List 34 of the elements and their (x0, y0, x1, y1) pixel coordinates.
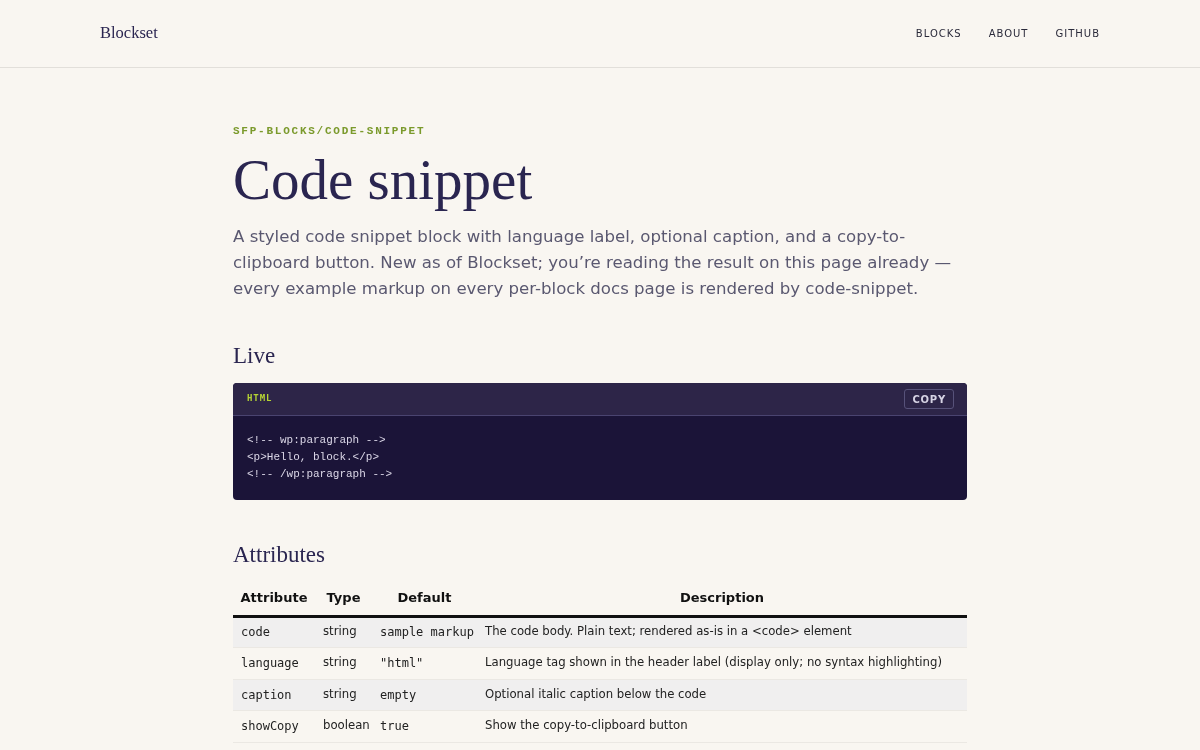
table-cell: code (233, 616, 315, 648)
column-header: Type (315, 587, 372, 616)
table-cell: Optional italic caption below the code (477, 679, 967, 711)
table-cell: true (372, 710, 477, 742)
table-cell: caption (233, 679, 315, 711)
code-line: <!-- /wp:paragraph --> (247, 467, 394, 482)
table-cell: Show the copy-to-clipboard button (477, 710, 967, 742)
nav-link[interactable]: GITHUB (1055, 26, 1100, 41)
table-cell: string (315, 647, 372, 679)
section-heading: Live (233, 342, 277, 370)
table-cell: "html" (372, 647, 477, 679)
table-cell: showCopy (233, 710, 315, 742)
copy-button[interactable]: COPY (904, 389, 954, 409)
site-logo[interactable]: Blockset (100, 21, 158, 46)
table-cell: boolean (315, 710, 372, 742)
section-heading: Attributes (233, 541, 326, 569)
column-header: Description (477, 587, 967, 616)
nav-link[interactable]: BLOCKS (915, 26, 962, 41)
column-header: Attribute (233, 587, 315, 616)
table-cell: Language tag shown in the header label (display only; no syntax highlighting) (477, 647, 967, 679)
column-header: Default (372, 587, 477, 616)
code-line: <!-- wp:paragraph --> (247, 433, 387, 448)
package-path-label: SFP-BLOCKS/CODE-SNIPPET (233, 124, 427, 138)
page-title: Code snippet (233, 148, 534, 212)
table-cell: language (233, 647, 315, 679)
table-cell: empty (372, 679, 477, 711)
nav-link[interactable]: ABOUT (988, 26, 1029, 41)
code-line: <p>Hello, block.</p> (247, 450, 381, 465)
lead-paragraph: A styled code snippet block with language label, optional caption, and a copy-to-clipboard button. New as of Blockset; you’re reading the result on this page already — every example markup on every per-block docs page is rendered by code-snippet. (233, 226, 953, 300)
table-cell: The code body. Plain text; rendered as-is in a <code> element (477, 616, 967, 648)
language-label: HTML (247, 392, 273, 406)
table-cell: string (315, 679, 372, 711)
table-cell: sample markup (372, 616, 477, 648)
table-cell: string (315, 616, 372, 648)
